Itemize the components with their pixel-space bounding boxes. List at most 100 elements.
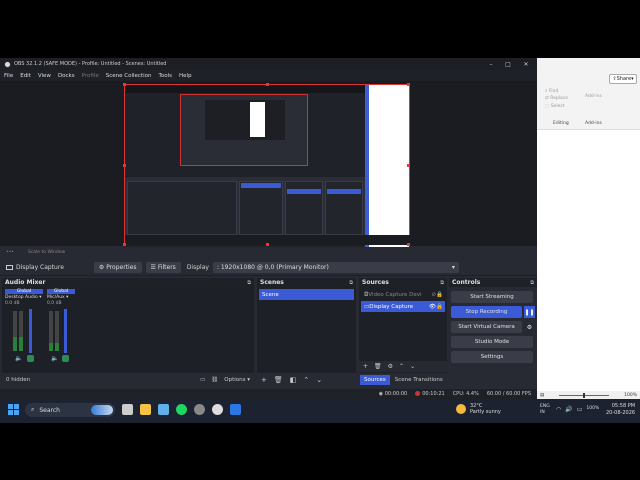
down-icon[interactable]: ⌄ <box>316 376 322 384</box>
zoom-level: 100% <box>624 392 637 398</box>
language-indicator[interactable]: ENG IN <box>540 404 550 416</box>
resize-handle[interactable] <box>123 164 126 167</box>
trash-icon[interactable]: 🗑 <box>274 376 283 384</box>
channel-db: 0.0 dB <box>5 301 20 306</box>
up-icon[interactable]: ⌃ <box>303 376 309 384</box>
start-streaming-button[interactable]: Start Streaming <box>451 291 533 303</box>
menu-bar: File Edit View Docks Profile Scene Colle… <box>0 70 537 81</box>
speaker-icon[interactable]: 🔈 <box>51 355 58 362</box>
scene-item[interactable]: Scene <box>259 289 354 300</box>
rec-time: 00:10:21 <box>415 391 445 397</box>
preview-menu-dots[interactable]: ••• <box>6 250 14 255</box>
task-view-icon[interactable] <box>122 404 133 415</box>
mixer-channel-desktop: Global Desktop Audio ▾ 0.0 dB 🔈 <box>5 289 43 362</box>
minimize-button[interactable]: – <box>482 58 500 70</box>
weather-widget[interactable]: 32°C Partly sunny <box>456 403 501 415</box>
up-icon[interactable]: ⌃ <box>399 363 404 370</box>
tab-scene-transitions[interactable]: Scene Transitions <box>392 375 446 385</box>
menu-docks[interactable]: Docks <box>58 73 75 79</box>
menu-edit[interactable]: Edit <box>20 73 31 79</box>
stop-recording-button[interactable]: Stop Recording <box>451 306 522 318</box>
resize-handle[interactable] <box>407 164 410 167</box>
filters-button[interactable]: ☰ Filters <box>145 261 181 273</box>
find-button[interactable]: ⌕ Find <box>545 88 558 94</box>
resize-handle[interactable] <box>407 83 410 86</box>
record-icon <box>415 391 421 396</box>
resize-handle[interactable] <box>266 83 269 86</box>
tab-sources[interactable]: Sources <box>360 374 390 385</box>
display-select[interactable]: : 1920x1080 @ 0,0 (Primary Monitor) ▾ <box>212 261 459 273</box>
undock-icon[interactable]: ⧉ <box>349 280 353 286</box>
add-ins-button[interactable]: Add-ins <box>585 94 602 99</box>
close-button[interactable]: ✕ <box>517 58 535 70</box>
volume-slider[interactable] <box>64 309 67 353</box>
word-icon[interactable] <box>230 404 241 415</box>
preview-canvas[interactable] <box>123 83 411 247</box>
resize-handle[interactable] <box>123 243 126 246</box>
source-toolbar: Display Capture ⚙ Properties ☰ Filters D… <box>0 259 537 276</box>
menu-scene-collection[interactable]: Scene Collection <box>106 73 152 79</box>
volume-slider[interactable] <box>29 309 32 353</box>
lock-icon[interactable]: 🔒 <box>436 292 443 298</box>
trash-icon[interactable]: 🗑 <box>374 363 382 370</box>
share-button[interactable]: ⇪ Share ▾ <box>609 74 637 84</box>
file-explorer-icon[interactable] <box>140 404 151 415</box>
maximize-button[interactable]: □ <box>499 58 517 70</box>
source-item-display-capture[interactable]: ▭ Display Capture 👁 🔒 <box>361 301 445 312</box>
menu-file[interactable]: File <box>4 73 13 79</box>
undock-icon[interactable]: ⧉ <box>530 280 534 286</box>
undock-icon[interactable]: ⧉ <box>247 280 251 286</box>
chatgpt-icon[interactable] <box>194 404 205 415</box>
obs-taskbar-icon[interactable] <box>212 404 223 415</box>
channel-gear-icon[interactable] <box>62 355 69 362</box>
system-tray[interactable]: ◠ 🔊 ▭ 100% <box>556 406 599 413</box>
clock[interactable]: 05:58 PM 20-08-2026 <box>606 403 635 417</box>
add-icon[interactable]: + <box>363 363 368 370</box>
start-virtual-camera-button[interactable]: Start Virtual Camera <box>451 321 522 333</box>
select-button[interactable]: ⬚ Select <box>545 104 565 109</box>
view-icon[interactable]: ▤ <box>540 393 544 398</box>
preview-scale-mode[interactable]: Scale to Window <box>28 250 65 255</box>
menu-tools[interactable]: Tools <box>158 73 172 79</box>
channel-gear-icon[interactable] <box>27 355 34 362</box>
resize-handle[interactable] <box>266 243 269 246</box>
spotify-icon[interactable] <box>176 404 187 415</box>
pause-recording-button[interactable]: ❚❚ <box>524 306 535 318</box>
search-icon: ⌕ <box>31 406 35 413</box>
properties-button[interactable]: ⚙ Properties <box>93 261 142 273</box>
gear-icon[interactable]: ⚙ <box>388 363 393 370</box>
add-icon[interactable]: + <box>261 376 267 384</box>
nested-obs-capture <box>125 85 365 247</box>
studio-mode-button[interactable]: Studio Mode <box>451 336 533 348</box>
virtual-camera-gear-icon[interactable]: ⚙ <box>524 321 535 333</box>
channel-name[interactable]: Mic/Aux ▾ <box>47 295 75 300</box>
start-button[interactable] <box>8 404 19 415</box>
channel-name[interactable]: Desktop Audio ▾ <box>5 295 43 300</box>
chevron-down-icon: ▾ <box>451 263 455 271</box>
mixer-options-button[interactable]: Options ▾ <box>224 377 250 383</box>
mixer-layout-icon[interactable]: ▭ <box>200 377 205 383</box>
undock-icon[interactable]: ⧉ <box>440 280 444 286</box>
taskbar-search[interactable]: ⌕ Search <box>25 403 115 417</box>
volume-icon: 🔊 <box>565 406 573 413</box>
menu-profile[interactable]: Profile <box>82 73 99 79</box>
replace-button[interactable]: ⇄ Replace <box>545 96 568 101</box>
add-ins-group-label: Add-ins <box>585 121 602 126</box>
menu-help[interactable]: Help <box>179 73 192 79</box>
eye-icon[interactable]: 👁 <box>429 304 436 310</box>
filter-icon[interactable]: ◧ <box>290 376 297 384</box>
settings-button[interactable]: Settings <box>451 351 533 363</box>
menu-view[interactable]: View <box>38 73 51 79</box>
down-icon[interactable]: ⌄ <box>410 363 415 370</box>
link-icon[interactable]: ⛓ <box>211 377 218 383</box>
source-item-video-capture[interactable]: ◘ Video Capture Devi ⊘ 🔒 <box>361 289 445 300</box>
store-icon[interactable] <box>158 404 169 415</box>
resize-handle[interactable] <box>407 243 410 246</box>
meter-fill <box>19 337 23 351</box>
resize-handle[interactable] <box>123 83 126 86</box>
speaker-icon[interactable]: 🔈 <box>15 355 22 362</box>
lock-icon[interactable]: 🔒 <box>436 304 443 310</box>
audio-mixer-dock: Audio Mixer ⧉ Global Desktop Audio ▾ 0.0… <box>2 278 254 386</box>
zoom-slider[interactable] <box>559 392 610 398</box>
volume-meter <box>55 311 59 351</box>
